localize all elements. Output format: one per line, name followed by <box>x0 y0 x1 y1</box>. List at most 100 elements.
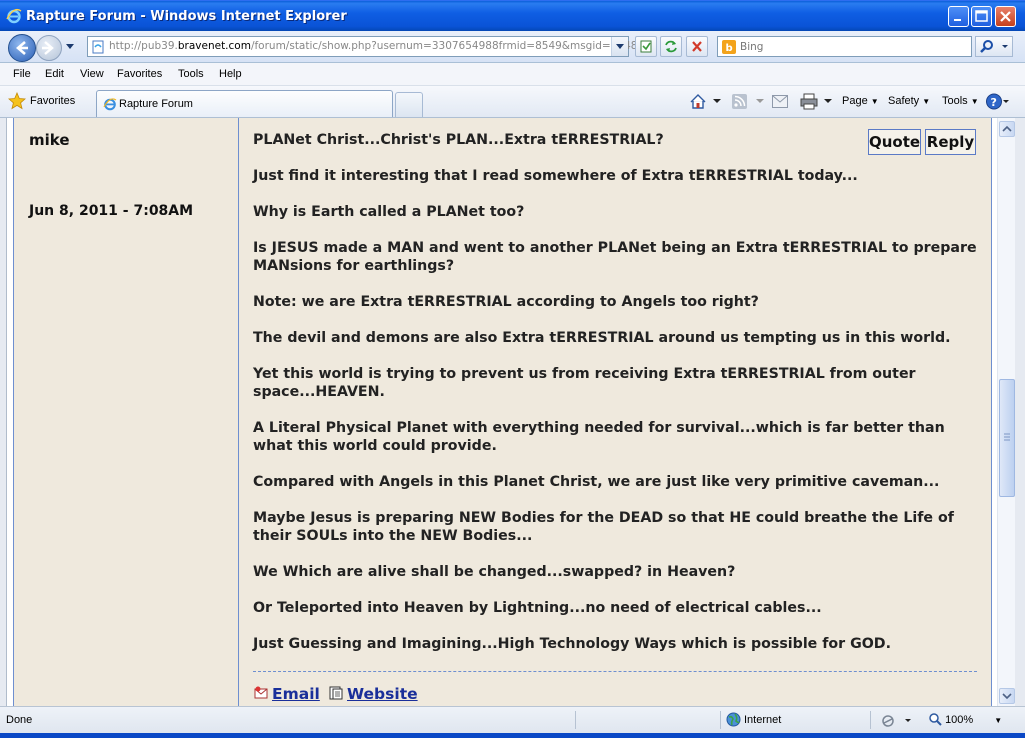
menu-file[interactable]: File <box>13 68 31 80</box>
scroll-down-button[interactable] <box>999 688 1015 704</box>
favorites-label: Favorites <box>30 95 76 107</box>
feeds-icon[interactable] <box>732 94 747 109</box>
search-button[interactable] <box>975 36 1013 57</box>
home-icon[interactable] <box>689 93 707 110</box>
chevron-down-icon: ▼ <box>870 97 879 106</box>
compatibility-view-button[interactable] <box>635 36 657 57</box>
compatibility-icon <box>640 40 652 53</box>
tab-label: Rapture Forum <box>119 98 193 110</box>
stop-icon <box>692 41 702 52</box>
address-toolbar: http://pub39.bravenet.com/forum/static/s… <box>0 31 1025 63</box>
new-tab-button[interactable] <box>395 92 423 117</box>
post-paragraph: Just find it interesting that I read som… <box>253 168 858 184</box>
tools-menu-button[interactable]: Tools ▼ <box>942 95 979 107</box>
post-paragraph: Yet this world is trying to prevent us f… <box>253 366 916 400</box>
post-paragraph: Maybe Jesus is preparing NEW Bodies for … <box>253 510 954 544</box>
recent-pages-dropdown-icon[interactable] <box>65 43 75 51</box>
email-link[interactable]: Email <box>272 685 320 703</box>
post-paragraph: Compared with Angels in this Planet Chri… <box>253 474 940 490</box>
post-author[interactable]: mike <box>29 131 70 149</box>
tab-rapture-forum[interactable]: Rapture Forum <box>96 90 393 117</box>
minimize-icon <box>954 19 961 21</box>
svg-text:b: b <box>726 43 733 54</box>
back-arrow-icon <box>16 41 28 55</box>
stop-button[interactable] <box>686 36 708 57</box>
menu-view[interactable]: View <box>80 68 104 80</box>
search-placeholder: Bing <box>740 41 764 53</box>
post-paragraph: Why is Earth called a PLANet too? <box>253 204 525 220</box>
favorites-bar: Favorites Rapture Forum Page ▼ Safety ▼ To… <box>0 86 1025 118</box>
feeds-dropdown-icon[interactable] <box>756 99 764 104</box>
vertical-scrollbar[interactable] <box>997 118 1016 706</box>
grip-icon <box>1004 433 1010 441</box>
zoom-icon <box>929 713 942 726</box>
left-frame-border <box>0 118 7 706</box>
close-window-button[interactable] <box>995 6 1016 27</box>
url-text: http://pub39.bravenet.com/forum/static/s… <box>109 40 651 52</box>
website-link[interactable]: Website <box>347 685 418 703</box>
menu-edit[interactable]: Edit <box>45 68 64 80</box>
address-field[interactable]: http://pub39.bravenet.com/forum/static/s… <box>87 36 651 57</box>
minimize-button[interactable] <box>948 6 969 27</box>
title-bar: Rapture Forum - Windows Internet Explore… <box>0 0 1025 31</box>
help-icon[interactable]: ? <box>986 93 1010 110</box>
bing-icon: b <box>722 40 736 54</box>
refresh-button[interactable] <box>660 36 682 57</box>
close-icon <box>1000 11 1011 22</box>
website-icon <box>329 686 343 700</box>
post-date: Jun 8, 2011 - 7:08AM <box>29 203 194 219</box>
address-dropdown-button[interactable] <box>611 37 628 56</box>
menu-help[interactable]: Help <box>219 68 242 80</box>
chevron-down-icon: ▼ <box>922 97 931 106</box>
menu-tools[interactable]: Tools <box>178 68 204 80</box>
status-separator <box>720 711 721 729</box>
maximize-icon <box>975 10 988 22</box>
right-frame-border <box>1015 118 1025 706</box>
window-bottom-border <box>0 733 1025 738</box>
zoom-level: 100% <box>945 714 974 726</box>
maximize-button[interactable] <box>971 6 992 27</box>
print-dropdown-icon[interactable] <box>824 99 832 104</box>
forward-button[interactable] <box>36 35 62 61</box>
security-zone[interactable]: Internet <box>726 712 781 730</box>
ie-logo-icon <box>6 8 22 24</box>
back-button[interactable] <box>8 34 36 62</box>
post-paragraph: We Which are alive shall be changed...sw… <box>253 564 736 580</box>
status-text: Done <box>6 714 33 726</box>
protected-mode-icon[interactable] <box>881 714 913 728</box>
chevron-down-icon: ▼ <box>970 97 979 106</box>
svg-text:?: ? <box>991 96 997 109</box>
post-paragraph: Just Guessing and Imagining...High Techn… <box>253 636 891 652</box>
post-paragraph: Note: we are Extra tERRESTRIAL according… <box>253 294 759 310</box>
scroll-thumb[interactable] <box>999 379 1015 497</box>
window-title: Rapture Forum - Windows Internet Explore… <box>26 9 347 24</box>
page-menu-label: Page <box>842 95 868 107</box>
forward-arrow-icon <box>42 41 54 55</box>
post-author-column: mike Jun 8, 2011 - 7:08AM <box>14 118 239 706</box>
chevron-up-icon <box>1002 125 1012 132</box>
read-mail-icon[interactable] <box>772 95 788 108</box>
chevron-down-icon <box>616 44 624 49</box>
status-separator <box>575 711 576 729</box>
menu-favorites[interactable]: Favorites <box>117 68 162 80</box>
safety-menu-button[interactable]: Safety ▼ <box>888 95 930 107</box>
post-paragraph: The devil and demons are also Extra tERR… <box>253 330 951 346</box>
menu-bar: File Edit View Favorites Tools Help <box>0 63 1025 86</box>
status-separator <box>870 711 871 729</box>
post-paragraph: Or Teleported into Heaven by Lightning..… <box>253 600 822 616</box>
safety-menu-label: Safety <box>888 95 920 107</box>
home-dropdown-icon[interactable] <box>713 99 721 104</box>
page-menu-button[interactable]: Page ▼ <box>842 95 879 107</box>
ie-tab-icon <box>103 98 117 111</box>
email-icon <box>254 686 268 699</box>
post-paragraph: A Literal Physical Planet with everythin… <box>253 420 945 454</box>
post-paragraph: Is JESUS made a MAN and went to another … <box>253 240 977 274</box>
zoom-control[interactable]: 100% ▼ <box>928 712 1002 726</box>
post-paragraph: PLANet Christ...Christ's PLAN...Extra tE… <box>253 132 664 148</box>
scroll-up-button[interactable] <box>999 121 1015 137</box>
tools-menu-label: Tools <box>942 95 968 107</box>
globe-icon <box>726 712 741 727</box>
print-icon[interactable] <box>800 93 818 110</box>
refresh-icon <box>665 40 677 53</box>
search-field[interactable]: b Bing <box>717 36 972 57</box>
